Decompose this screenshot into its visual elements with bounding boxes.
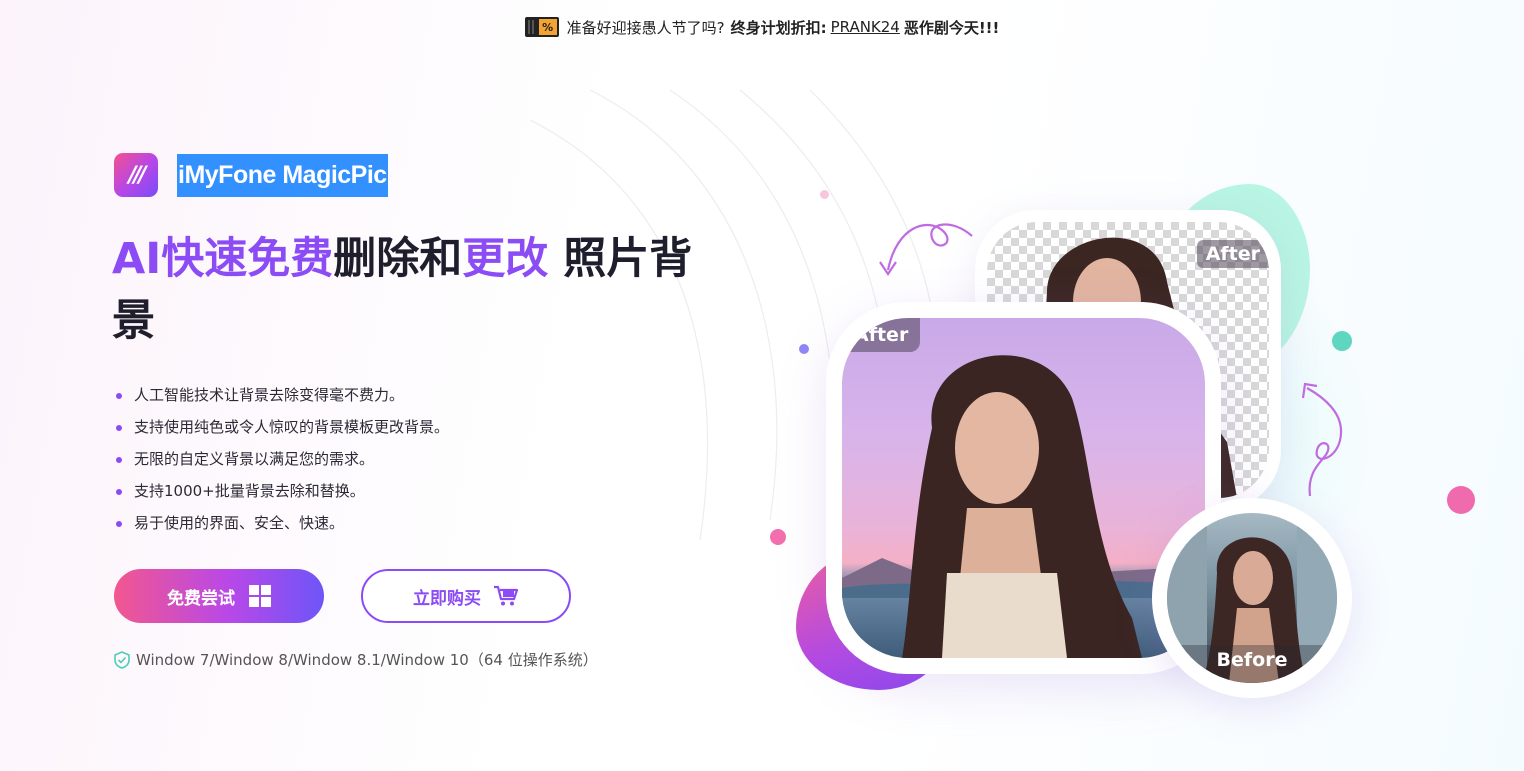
headline-part1: AI快速免费: [112, 234, 334, 284]
feature-item: 人工智能技术让背景去除变得毫不费力。: [114, 383, 449, 415]
dot-pink: [770, 529, 786, 545]
after-main-photo: After: [842, 318, 1205, 658]
feature-item: 支持使用纯色或令人惊叹的背景模板更改背景。: [114, 415, 449, 447]
brand: /// iMyFone MagicPic: [114, 153, 388, 197]
dot-pink-large: [1447, 486, 1475, 514]
promo-text: 准备好迎接愚人节了吗?: [566, 18, 725, 37]
page-headline: AI快速免费删除和更改 照片背景: [112, 228, 722, 352]
feature-item: 无限的自定义背景以满足您的需求。: [114, 447, 449, 479]
dot-blue: [799, 344, 809, 354]
promo-text-end: 恶作剧今天!!!: [903, 18, 1000, 37]
magicpic-logo[interactable]: ///: [114, 153, 158, 197]
feature-item: 易于使用的界面、安全、快速。: [114, 511, 449, 543]
buy-now-label: 立即购买: [413, 588, 481, 609]
before-tag: Before: [1167, 645, 1337, 683]
headline-part2: 删除和: [333, 234, 463, 284]
after-tag-back: After: [1196, 240, 1269, 268]
curly-arrow-left-icon: [879, 223, 973, 276]
dot-pink-small: [820, 190, 829, 199]
before-photo: Before: [1167, 513, 1337, 683]
promo-code-link[interactable]: PRANK24: [831, 18, 900, 36]
free-trial-label: 免费尝试: [167, 588, 235, 609]
promo-offer: 终身计划折扣:: [730, 18, 827, 37]
before-card: Before: [1152, 498, 1352, 698]
free-trial-button[interactable]: 免费尝试: [114, 569, 324, 623]
hero-illustration: After After Before: [760, 130, 1380, 730]
brand-name: iMyFone MagicPic: [177, 153, 388, 197]
shield-check-icon: [114, 650, 130, 669]
discount-ticket-icon: %: [524, 17, 559, 37]
buy-now-button[interactable]: 立即购买: [361, 569, 571, 623]
headline-part3: 更改: [462, 234, 549, 284]
promo-banner: % 准备好迎接愚人节了吗? 终身计划折扣: PRANK24 恶作剧今天!!!: [0, 14, 1524, 40]
dot-mint: [1332, 331, 1352, 351]
woman-portrait-image: [902, 355, 1142, 658]
cart-icon: [494, 585, 519, 606]
feature-item: 支持1000+批量背景去除和替换。: [114, 479, 449, 511]
curly-arrow-right-icon: [1301, 382, 1343, 497]
os-compatibility-text: Window 7/Window 8/Window 8.1/Window 10（6…: [136, 651, 598, 669]
windows-icon: [249, 585, 271, 607]
after-tag-main: After: [842, 318, 921, 352]
os-compatibility: Window 7/Window 8/Window 8.1/Window 10（6…: [114, 649, 598, 670]
feature-list: 人工智能技术让背景去除变得毫不费力。 支持使用纯色或令人惊叹的背景模板更改背景。…: [114, 383, 449, 543]
